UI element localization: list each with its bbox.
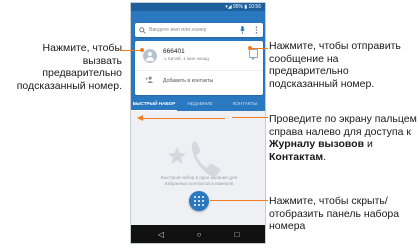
tab-bar: БЫСТРЫЙ НАБОР НЕДАВНИЕ КОНТАКТЫ: [131, 97, 265, 111]
leader-dot-call: [140, 48, 144, 52]
message-icon[interactable]: [249, 49, 258, 60]
callout-swipe-conj: и: [364, 138, 373, 151]
more-vert-icon[interactable]: [251, 23, 261, 37]
status-text: ▾◢ 95% ▮ 10:56: [225, 4, 261, 10]
avatar[interactable]: [143, 49, 157, 63]
callout-message-suggested: Нажмите, чтобы отправить сообщение на пр…: [269, 40, 401, 90]
navigation-bar: ◁ ○ □: [131, 225, 265, 243]
callout-dialpad: Нажмите, чтобы скрыть/отобразить панель …: [269, 195, 400, 233]
suggested-number-card: 666401 ↘ Китай, 1 мин назад Добавить в к…: [135, 41, 263, 95]
status-bar: ▾◢ 95% ▮ 10:56: [131, 3, 265, 11]
phone-screen: ▾◢ 95% ▮ 10:56 Введите имя или номер 666…: [130, 2, 266, 244]
leader-line-call: [120, 50, 142, 51]
person-add-icon: [145, 76, 154, 87]
suggested-number[interactable]: 666401: [163, 48, 185, 55]
tab-contacts[interactable]: КОНТАКТЫ: [223, 97, 265, 111]
recents-icon[interactable]: □: [227, 225, 247, 243]
callout-swipe-text: Проведите по экрану пальцем справа налев…: [269, 113, 417, 138]
dialpad-button[interactable]: [189, 191, 209, 211]
leader-line-message: [250, 48, 268, 49]
app-bar: Введите имя или номер 666401 ↘ Китай, 1 …: [131, 11, 265, 111]
card-divider: [135, 70, 263, 71]
speed-dial-hint: Быстрый набор в одно касание для избранн…: [160, 175, 238, 186]
callout-swipe: Проведите по экрану пальцем справа налев…: [269, 113, 417, 163]
search-bar[interactable]: Введите имя или номер: [135, 23, 263, 37]
dialpad-icon: [194, 196, 204, 206]
swipe-arrow-left-icon: [137, 115, 143, 121]
leader-line-dialpad: [210, 200, 268, 201]
suggested-number-subtitle: ↘ Китай, 1 мин назад: [163, 56, 209, 61]
callout-swipe-end: .: [323, 150, 327, 163]
leader-line-swipe: [232, 117, 268, 118]
home-icon[interactable]: ○: [189, 225, 209, 243]
tab-recent[interactable]: НЕДАВНИЕ: [177, 97, 223, 111]
mic-icon[interactable]: [237, 23, 247, 37]
search-placeholder: Введите имя или номер: [149, 27, 207, 33]
callout-contacts: Контактам: [269, 150, 324, 163]
callout-call-suggested: Нажмите, чтобы вызвать предварительно по…: [16, 42, 122, 92]
swipe-arrow-line: [141, 118, 225, 119]
search-icon: [137, 23, 147, 37]
add-to-contacts-link[interactable]: Добавить в контакты: [163, 78, 213, 84]
callout-call-log: Журналу вызовов: [269, 138, 365, 151]
leader-dot-message: [248, 46, 252, 50]
back-icon[interactable]: ◁: [151, 225, 171, 243]
